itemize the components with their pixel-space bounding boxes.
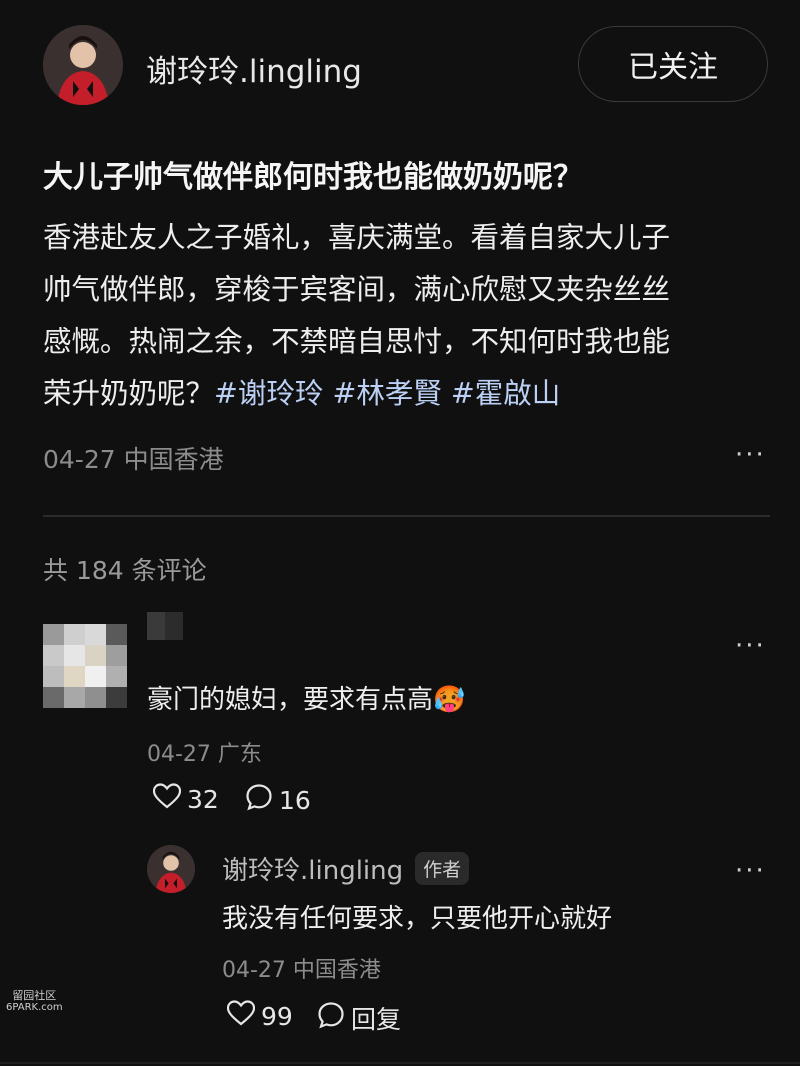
post-body-line: 香港赴友人之子婚礼，喜庆满堂。看着自家大儿子 (43, 221, 671, 254)
avatar-image (43, 25, 123, 105)
post-body-line: 感慨。热闹之余，不禁暗自思忖，不知何时我也能 (43, 325, 671, 358)
reply-author-row: 谢玲玲.lingling 作者 (222, 850, 470, 887)
avatar-image (147, 845, 195, 893)
reply-label: 回复 (351, 1005, 402, 1034)
reply-author-avatar[interactable] (147, 845, 195, 893)
comment-reply-count: 16 (279, 785, 311, 815)
bottom-divider (0, 1062, 800, 1064)
commenter-name-blurred[interactable] (147, 612, 183, 640)
post-body-line: 帅气做伴郎，穿梭于宾客间，满心欣慰又夹杂丝丝 (43, 273, 671, 306)
speech-bubble-icon (245, 783, 273, 817)
speech-bubble-icon (317, 1001, 345, 1035)
author-badge: 作者 (415, 852, 470, 885)
heart-icon (152, 783, 182, 815)
comment-reply-count-button[interactable]: 16 (245, 783, 311, 817)
author-avatar[interactable] (43, 25, 123, 105)
comment-date-location: 04-27 广东 (147, 742, 262, 767)
watermark-line: 6PARK.com (6, 1002, 63, 1013)
hashtag-link[interactable]: #林孝賢 (332, 377, 441, 410)
reply-like-button[interactable]: 99 (226, 1000, 293, 1032)
reply-button[interactable]: 回复 (317, 1000, 401, 1036)
post-body-line: 荣升奶奶呢？ (43, 377, 215, 410)
watermark: 留园社区 6PARK.com (6, 990, 63, 1014)
divider (43, 515, 770, 517)
watermark-line: 留园社区 (12, 989, 57, 1002)
reply-more-icon[interactable]: ··· (735, 856, 766, 886)
author-name[interactable]: 谢玲玲.lingling (146, 46, 362, 91)
reply-author-name[interactable]: 谢玲玲.lingling (222, 850, 403, 887)
post-date-location: 04-27 中国香港 (43, 445, 224, 474)
reply-like-count: 99 (261, 1001, 293, 1031)
commenter-avatar-blurred[interactable] (43, 624, 127, 708)
comment-count: 共 184 条评论 (43, 556, 207, 585)
heart-icon (226, 1000, 256, 1032)
comment-like-count: 32 (187, 784, 219, 814)
reply-date-location: 04-27 中国香港 (222, 958, 381, 983)
post-body: 香港赴友人之子婚礼，喜庆满堂。看着自家大儿子 帅气做伴郎，穿梭于宾客间，满心欣慰… (43, 212, 763, 420)
post-body-last-line: 荣升奶奶呢？#谢玲玲 #林孝賢 #霍啟山 (43, 368, 763, 420)
follow-button[interactable]: 已关注 (578, 26, 768, 102)
hashtag-link[interactable]: #霍啟山 (451, 377, 560, 410)
hashtag-link[interactable]: #谢玲玲 (214, 377, 323, 410)
post-title: 大儿子帅气做伴郎何时我也能做奶奶呢？ (43, 160, 583, 195)
comment-like-button[interactable]: 32 (152, 783, 219, 815)
comment-text: 豪门的媳妇，要求有点高🥵 (147, 685, 466, 715)
comment-more-icon[interactable]: ··· (735, 631, 766, 661)
post-more-icon[interactable]: ··· (735, 440, 766, 470)
reply-text: 我没有任何要求，只要他开心就好 (222, 904, 613, 934)
